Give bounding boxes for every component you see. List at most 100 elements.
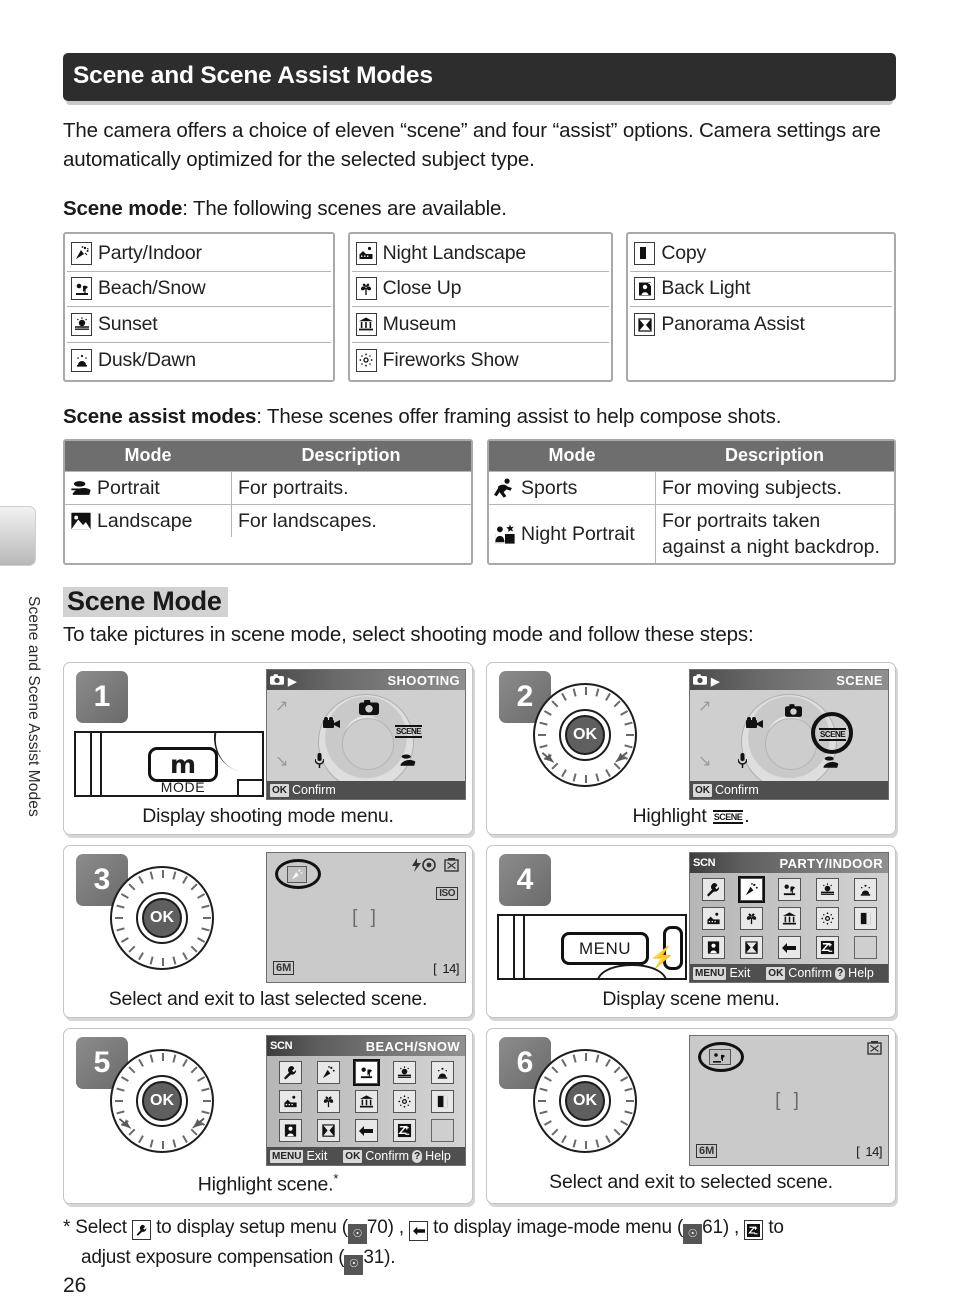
list-item[interactable]: Party/Indoor (67, 236, 331, 272)
scene-list: Party/Indoor Beach/Snow Sunset Dusk/Dawn (63, 232, 896, 382)
step-caption: Highlight scene.* (70, 1166, 466, 1199)
fireworks-show-icon[interactable] (392, 1090, 416, 1113)
panorama-assist-icon[interactable] (316, 1119, 340, 1142)
assist-lead-label: Scene assist modes (63, 405, 257, 428)
footer-help-label: Help (848, 966, 874, 980)
list-item[interactable]: Fireworks Show (352, 343, 610, 379)
night-portrait-icon (493, 522, 516, 546)
copy-icon[interactable] (430, 1090, 454, 1113)
exposure-comp-icon[interactable] (815, 936, 839, 959)
ok-button[interactable]: OK (565, 715, 605, 755)
list-item[interactable]: Panorama Assist (630, 307, 892, 343)
copy-icon[interactable] (853, 907, 877, 930)
multi-selector-dial[interactable]: OK (533, 1049, 637, 1153)
setup-icon[interactable] (701, 878, 725, 901)
list-item[interactable]: Copy (630, 236, 892, 272)
list-item[interactable]: Dusk/Dawn (67, 343, 331, 379)
list-item[interactable]: Close Up (351, 272, 610, 307)
dusk-dawn-icon[interactable] (853, 878, 877, 901)
step-card-2: 2 OK ➛ ➛ ▶ SCENE ↗ ↘ SCENE OK Confirm Hi… (486, 662, 896, 835)
menu-button[interactable]: MENU (561, 932, 649, 965)
menu-key-badge: MENU (270, 1149, 304, 1163)
dial-camera-icon (785, 704, 802, 720)
dial-scene-icon: SCENE (819, 728, 847, 741)
reference-icon: ☉ (683, 1224, 703, 1244)
sunset-icon[interactable] (392, 1061, 416, 1084)
museum-icon[interactable] (777, 907, 801, 930)
close-up-icon[interactable] (316, 1090, 340, 1113)
step-caption: Display shooting mode menu. (142, 805, 394, 827)
list-item-label: Back Light (661, 277, 751, 300)
back-light-icon[interactable] (701, 936, 725, 959)
step-illustration-3: 3 OK (70, 852, 266, 983)
dusk-dawn-icon (71, 348, 92, 372)
list-item-label: Close Up (382, 277, 462, 300)
list-item[interactable]: Sunset (67, 307, 331, 343)
night-landscape-icon[interactable] (278, 1090, 302, 1113)
step-card-5: 5 OK ➛ ➛ SCN BEACH/SNOW MENU Exit OK Con… (63, 1028, 473, 1204)
step-caption-pre: Highlight (632, 805, 707, 827)
menu-key-badge: MENU (693, 966, 727, 980)
multi-selector-dial[interactable]: OK ➛ ➛ (533, 683, 637, 787)
museum-icon[interactable] (354, 1090, 378, 1113)
red-eye-flash-icon (412, 858, 438, 877)
back-light-icon[interactable] (278, 1119, 302, 1142)
party-indoor-icon (287, 866, 307, 883)
beach-snow-icon (709, 1049, 731, 1065)
image-mode-icon[interactable] (777, 936, 801, 959)
intro-paragraph: The camera offers a choice of eleven “sc… (63, 119, 881, 171)
beach-snow-icon[interactable] (777, 878, 801, 901)
ok-button[interactable]: OK (142, 1081, 182, 1121)
dial-voice-icon (737, 753, 748, 772)
dial-tick (538, 1100, 546, 1102)
night-landscape-icon (355, 241, 377, 265)
list-item-label: Dusk/Dawn (98, 348, 196, 371)
mode-button[interactable]: m (148, 747, 218, 782)
list-item[interactable]: Museum (351, 307, 610, 343)
step-illustration-1: 1 m MODE (70, 669, 266, 800)
ok-button[interactable]: OK (142, 898, 182, 938)
dusk-dawn-icon[interactable] (430, 1061, 454, 1084)
image-mode-icon (409, 1220, 429, 1241)
panorama-assist-icon[interactable] (739, 936, 763, 959)
focus-brackets: [ ] (352, 906, 380, 928)
mode-button-label: MODE (160, 779, 206, 795)
scene-mode-lead: Scene mode: The following scenes are ava… (63, 195, 896, 223)
ok-button[interactable]: OK (565, 1081, 605, 1121)
lcd-screen-3: ISO [ ] 6M [ 14] (266, 852, 466, 983)
column-header-description: Description (724, 445, 825, 465)
assist-table-left: Mode Description Portrait For portraits. (63, 439, 473, 565)
footnote-part-3: ) , (387, 1216, 405, 1238)
footer-exit-label: Exit (306, 1149, 328, 1163)
multi-selector-dial[interactable]: OK ➛ ➛ (110, 1049, 214, 1153)
lcd-footer: OK Confirm (690, 781, 888, 799)
list-item[interactable]: Back Light (630, 272, 892, 307)
step-card-6: 6 OK [] 6M [14] Select and exit to sel… (486, 1028, 896, 1204)
sunset-icon[interactable] (815, 878, 839, 901)
close-up-icon[interactable] (739, 907, 763, 930)
fireworks-show-icon[interactable] (815, 907, 839, 930)
list-item[interactable]: Beach/Snow (67, 272, 331, 307)
reference-icon: ☉ (344, 1254, 364, 1275)
list-item-label: Night Landscape (382, 241, 527, 264)
scene-column-2: Night Landscape Close Up Museum Firework… (347, 232, 614, 382)
setup-icon[interactable] (278, 1061, 302, 1084)
list-item[interactable]: Night Landscape (351, 236, 610, 272)
image-mode-icon[interactable] (354, 1119, 378, 1142)
step-number: 4 (499, 854, 551, 906)
portrait-icon (69, 476, 92, 500)
scene-mode-intro: To take pictures in scene mode, select s… (63, 623, 754, 646)
dial-tick (115, 917, 123, 919)
party-indoor-icon[interactable] (737, 876, 765, 903)
footnote-part-7: adjust exposure compensation ( (81, 1247, 345, 1268)
exposure-comp-icon[interactable] (392, 1119, 416, 1142)
ok-key-badge: OK (270, 783, 289, 797)
back-light-icon (634, 277, 656, 301)
night-landscape-icon[interactable] (701, 907, 725, 930)
beach-snow-icon[interactable] (352, 1059, 380, 1086)
party-indoor-icon[interactable] (316, 1061, 340, 1084)
multi-selector-dial[interactable]: OK (110, 866, 214, 970)
camera-back-drawing: m MODE (74, 731, 264, 797)
dial-movie-icon (323, 717, 341, 733)
section-heading: Scene Mode (63, 587, 228, 617)
